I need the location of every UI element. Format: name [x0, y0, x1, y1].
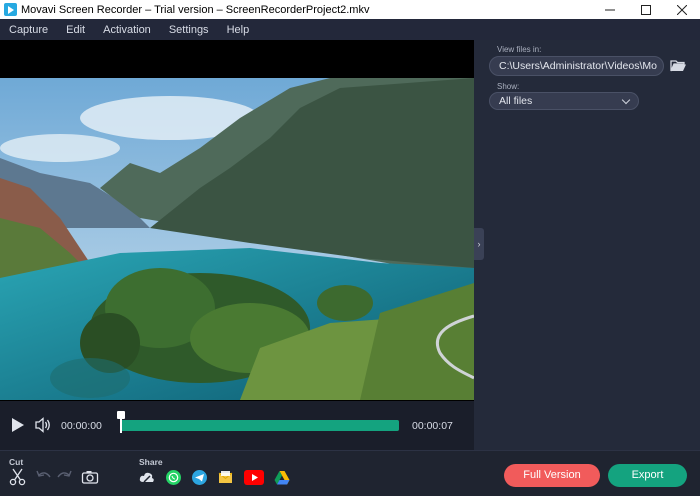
end-time: 00:00:07: [412, 420, 453, 432]
email-button[interactable]: [218, 470, 233, 485]
show-label: Show:: [497, 82, 520, 91]
volume-button[interactable]: [35, 417, 52, 433]
google-drive-button[interactable]: [274, 470, 290, 485]
video-frame-landscape: [0, 78, 474, 400]
undo-icon: [36, 470, 51, 478]
view-files-label: View files in:: [497, 45, 542, 54]
redo-button[interactable]: [55, 468, 73, 486]
menu-settings[interactable]: Settings: [169, 24, 209, 36]
browse-folder-button[interactable]: [670, 58, 687, 74]
folder-open-icon: [670, 60, 686, 72]
youtube-icon: [252, 474, 258, 481]
snapshot-button[interactable]: [81, 468, 99, 486]
window-title: Movavi Screen Recorder – Trial version –…: [21, 3, 370, 16]
cloud-upload-icon: [139, 472, 154, 483]
export-button[interactable]: Export: [608, 464, 687, 487]
whatsapp-icon: [168, 472, 179, 483]
close-icon: [677, 4, 687, 15]
menu-bar: Capture Edit Activation Settings Help: [0, 19, 700, 40]
full-version-button[interactable]: Full Version: [504, 464, 600, 487]
menu-activation[interactable]: Activation: [103, 24, 151, 36]
cut-button[interactable]: [9, 468, 27, 486]
chevron-down-icon: [621, 95, 631, 105]
telegram-button[interactable]: [192, 470, 207, 485]
app-logo-icon: [4, 3, 17, 16]
play-button[interactable]: [11, 418, 25, 432]
play-icon: [12, 418, 24, 432]
maximize-button[interactable]: [628, 0, 664, 19]
timeline-track[interactable]: [120, 420, 399, 431]
google-drive-icon: [274, 471, 290, 485]
title-bar: Movavi Screen Recorder – Trial version –…: [0, 0, 700, 19]
minimize-button[interactable]: [592, 0, 628, 19]
redo-icon: [57, 470, 72, 478]
speaker-icon: [35, 417, 50, 433]
whatsapp-button[interactable]: [166, 470, 181, 485]
close-button[interactable]: [664, 0, 700, 19]
email-icon: [218, 471, 233, 483]
panel-collapse-button[interactable]: ›: [474, 228, 484, 260]
folder-path-field[interactable]: C:\Users\Administrator\Videos\Mo: [489, 56, 664, 76]
playhead-handle[interactable]: [117, 411, 125, 419]
youtube-button[interactable]: [244, 470, 264, 485]
minimize-icon: [605, 9, 615, 10]
share-section-label: Share: [139, 457, 163, 467]
menu-edit[interactable]: Edit: [66, 24, 85, 36]
telegram-icon: [195, 474, 204, 482]
undo-button[interactable]: [35, 468, 53, 486]
cut-section-label: Cut: [9, 457, 24, 467]
maximize-icon: [641, 4, 651, 15]
show-filter-select[interactable]: All files: [489, 92, 639, 110]
scissors-icon: [9, 468, 26, 486]
camera-icon: [81, 471, 99, 484]
current-time: 00:00:00: [61, 420, 102, 432]
timeline-progress-fill: [120, 420, 399, 431]
cloud-upload-button[interactable]: [139, 470, 154, 485]
show-filter-value: All files: [499, 95, 533, 107]
menu-help[interactable]: Help: [227, 24, 250, 36]
menu-capture[interactable]: Capture: [9, 24, 48, 36]
video-preview[interactable]: [0, 40, 474, 401]
chevron-right-icon: ›: [477, 239, 481, 249]
